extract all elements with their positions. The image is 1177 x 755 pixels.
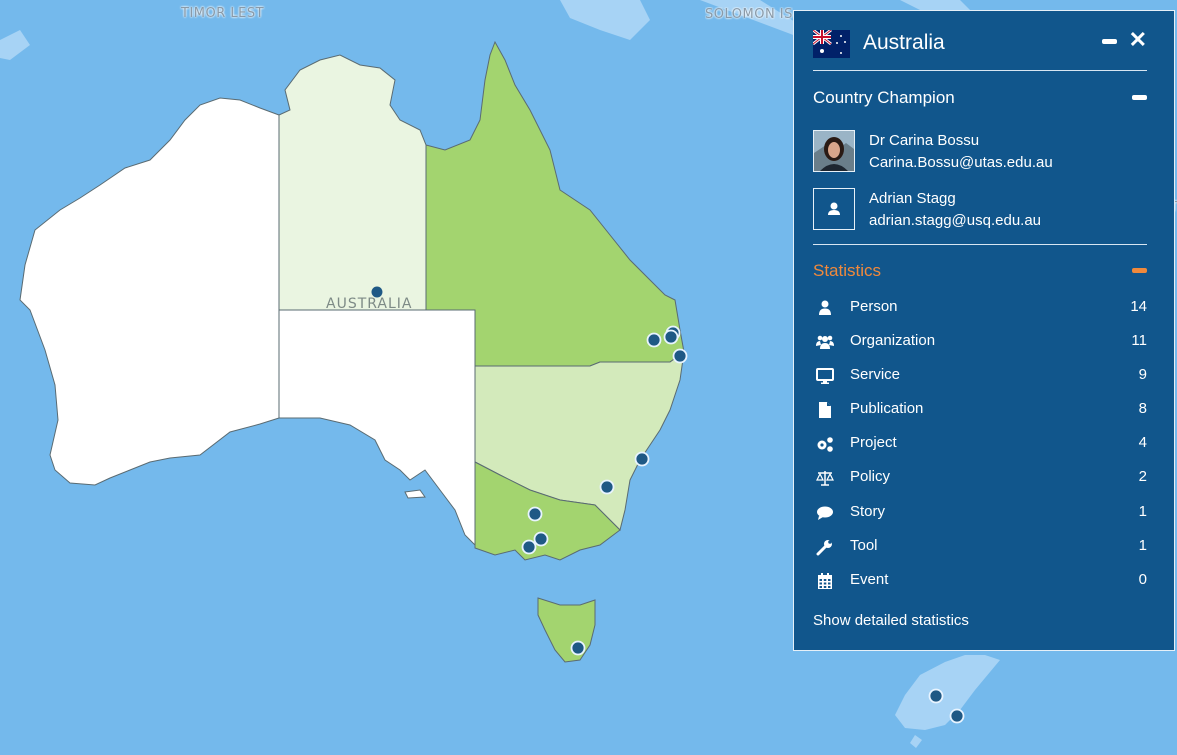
stat-value: 8 <box>1138 400 1147 417</box>
map-marker[interactable] <box>928 688 944 704</box>
stat-label: Event <box>850 571 889 588</box>
section-divider <box>813 244 1147 245</box>
champion-email[interactable]: adrian.stagg@usq.edu.au <box>869 212 1041 229</box>
map-label-timor-leste: TIMOR LEST <box>181 6 265 21</box>
user-icon <box>828 202 840 215</box>
desktop-icon <box>816 368 834 384</box>
cogs-icon <box>817 437 833 452</box>
map-marker[interactable] <box>521 539 537 555</box>
map-marker[interactable] <box>527 506 543 522</box>
collapse-champion-button[interactable] <box>1132 95 1147 100</box>
stat-row-organization[interactable]: Organization 11 <box>813 331 1147 355</box>
avatar <box>813 130 855 172</box>
stat-label: Service <box>850 366 901 383</box>
map-label-solomon-islands: SOLOMON ISLANDS <box>705 7 793 22</box>
stat-label: Tool <box>850 537 878 554</box>
comment-icon <box>817 506 833 520</box>
champion-name: Dr Carina Bossu <box>869 132 980 149</box>
country-panel: Australia ✕ Country Champion Dr Carina B… <box>793 10 1175 651</box>
stat-label: Organization <box>850 332 936 349</box>
stat-row-event[interactable]: Event 0 <box>813 570 1147 594</box>
avatar <box>813 188 855 230</box>
stat-value: 2 <box>1138 468 1147 485</box>
minimize-panel-button[interactable] <box>1102 39 1117 44</box>
map-marker[interactable] <box>646 332 662 348</box>
stat-value: 14 <box>1130 298 1147 315</box>
stat-row-person[interactable]: Person 14 <box>813 297 1147 321</box>
state-south-australia[interactable] <box>278 309 476 547</box>
stat-row-publication[interactable]: Publication 8 <box>813 399 1147 423</box>
champion-email[interactable]: Carina.Bossu@utas.edu.au <box>869 154 1053 171</box>
stat-label: Publication <box>850 400 924 417</box>
stat-value: 0 <box>1138 571 1147 588</box>
panel-title: Australia <box>863 31 945 54</box>
map-marker[interactable] <box>663 329 679 345</box>
stat-row-policy[interactable]: Policy 2 <box>813 467 1147 491</box>
champion-photo <box>814 131 854 171</box>
island-kangaroo <box>404 489 426 499</box>
map-marker[interactable] <box>672 348 688 364</box>
champion-entry: Adrian Stagg adrian.stagg@usq.edu.au <box>813 188 1147 232</box>
balance-scale-icon <box>816 471 834 486</box>
stat-label: Policy <box>850 468 891 485</box>
map-marker[interactable] <box>949 708 965 724</box>
stat-label: Person <box>850 298 898 315</box>
statistics-section-title: Statistics <box>813 261 882 280</box>
stat-row-project[interactable]: Project 4 <box>813 433 1147 457</box>
user-icon <box>819 300 831 315</box>
calendar-icon <box>818 573 832 589</box>
wrench-icon <box>816 540 832 556</box>
stat-row-story[interactable]: Story 1 <box>813 502 1147 526</box>
stat-row-service[interactable]: Service 9 <box>813 365 1147 389</box>
stat-label: Project <box>850 434 897 451</box>
map-label-australia: AUSTRALIA <box>326 296 413 312</box>
panel-header: Australia ✕ <box>813 28 1147 71</box>
file-icon <box>819 402 831 418</box>
state-tasmania[interactable] <box>537 597 596 663</box>
champion-name: Adrian Stagg <box>869 190 956 207</box>
map-marker[interactable] <box>570 640 586 656</box>
stat-row-tool[interactable]: Tool 1 <box>813 536 1147 560</box>
state-western-australia[interactable] <box>19 97 280 486</box>
state-northern-territory[interactable] <box>278 54 427 311</box>
champion-section-title: Country Champion <box>813 88 955 107</box>
stat-value: 1 <box>1138 503 1147 520</box>
map-marker[interactable] <box>599 479 615 495</box>
users-icon <box>816 335 834 349</box>
map-marker[interactable] <box>533 531 549 547</box>
collapse-statistics-button[interactable] <box>1132 268 1147 273</box>
stat-label: Story <box>850 503 886 520</box>
stat-value: 4 <box>1138 434 1147 451</box>
australia-flag-icon <box>813 30 850 58</box>
champion-entry: Dr Carina Bossu Carina.Bossu@utas.edu.au <box>813 130 1147 174</box>
show-detailed-statistics-link[interactable]: Show detailed statistics <box>813 612 969 629</box>
map-marker[interactable] <box>634 451 650 467</box>
stat-value: 1 <box>1138 537 1147 554</box>
close-panel-button[interactable]: ✕ <box>1129 28 1147 52</box>
stat-value: 9 <box>1138 366 1147 383</box>
stat-value: 11 <box>1131 332 1147 349</box>
